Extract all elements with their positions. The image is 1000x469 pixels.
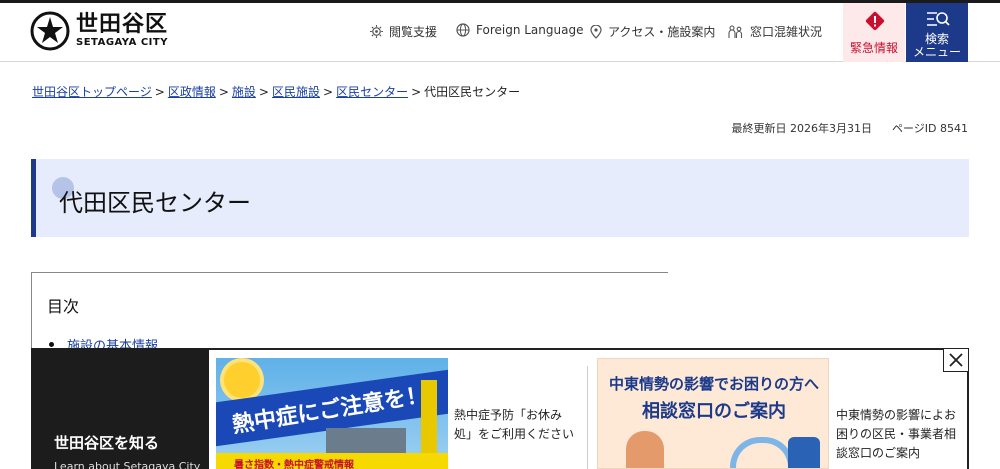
gear-icon [370,25,383,38]
page-title-box: 代田区民センター [31,159,969,237]
last-updated: 最終更新日 2026年3月31日 [731,122,873,135]
site-header: 世田谷区 SETAGAYA CITY 閲覧支援 Foreign Language… [0,3,1000,62]
heatstroke-image-subtext: 暑さ指数・熱中症警戒情報 [234,460,354,469]
breadcrumb: 世田谷区トップページ > 区政情報 > 施設 > 区民施設 > 区民センター > 代田区民センター [32,85,521,99]
nav-accessibility[interactable]: 閲覧支援 [370,23,437,40]
toc-title: 目次 [47,297,80,316]
breadcrumb-link-government[interactable]: 区政情報 [168,85,216,99]
banner-subheading: Learn about Setagaya City [54,460,201,469]
card-divider [587,366,588,469]
bullet-icon [49,342,54,347]
breadcrumb-current: 代田区民センター [424,85,521,99]
globe-icon [456,23,470,37]
emergency-info-button[interactable]: 緊急情報 [843,3,905,62]
breadcrumb-link-civic-center[interactable]: 区民センター [336,85,408,99]
map-pin-icon [590,24,602,39]
page-meta: 最終更新日 2026年3月31日 ページID 8541 [732,120,969,136]
banner-close-button[interactable] [943,348,969,372]
emergency-label: 緊急情報 [849,41,898,55]
nav-access-label: アクセス・施設案内 [608,25,716,39]
breadcrumb-link-civic-facilities[interactable]: 区民施設 [272,85,320,99]
setagaya-emblem-icon [30,11,70,51]
menu-search-icon [927,12,950,26]
middle-east-consultation-banner-image[interactable]: 中東情勢の影響でお困りの方へ 相談窓口のご案内 [597,358,829,469]
close-icon [949,353,963,367]
consultation-image-line1: 中東情勢の影響でお困りの方へ [608,375,819,393]
banner-heading-panel: 世田谷区を知る Learn about Setagaya City [31,348,209,469]
heatstroke-caption-link[interactable]: 熱中症予防「お休み処」をご利用ください [454,406,574,444]
page-id: ページID 8541 [892,122,968,135]
consultation-caption-link[interactable]: 中東情勢の影響によお困りの区民・事業者相談窓口のご案内 [836,406,961,463]
nav-foreign-language-label: Foreign Language [476,23,584,37]
phone-ring-icon [730,437,794,468]
site-logo[interactable]: 世田谷区 SETAGAYA CITY [30,11,168,51]
promo-banner: 世田谷区を知る Learn about Setagaya City 熱中症にご注… [31,348,969,469]
nav-accessibility-label: 閲覧支援 [389,25,438,39]
phone-icon [788,437,820,468]
menu-label: メニュー [912,45,961,59]
page-title: 代田区民センター [59,189,251,217]
people-icon [728,24,743,38]
logo-subtitle: SETAGAYA CITY [76,37,168,48]
warning-icon [865,11,885,31]
search-menu-button[interactable]: 検索 メニュー [906,3,968,62]
logo-title: 世田谷区 [76,12,169,37]
banner-heading: 世田谷区を知る [54,434,160,452]
nav-access[interactable]: アクセス・施設案内 [590,23,715,40]
nav-foreign-language[interactable]: Foreign Language [456,23,583,37]
breadcrumb-link-top[interactable]: 世田谷区トップページ [32,85,152,99]
consultation-image-line2: 相談窓口のご案内 [642,401,786,422]
breadcrumb-link-facilities[interactable]: 施設 [232,85,256,99]
heatstroke-banner-image[interactable]: 熱中症にご注意を！ 暑さ指数・熱中症警戒情報 [216,358,448,469]
flag-illustration [421,380,437,460]
nav-counter-status-label: 窓口混雑状況 [750,25,823,39]
sun-icon [224,362,260,398]
person-illustration [626,431,664,468]
nav-counter-status[interactable]: 窓口混雑状況 [728,23,822,40]
